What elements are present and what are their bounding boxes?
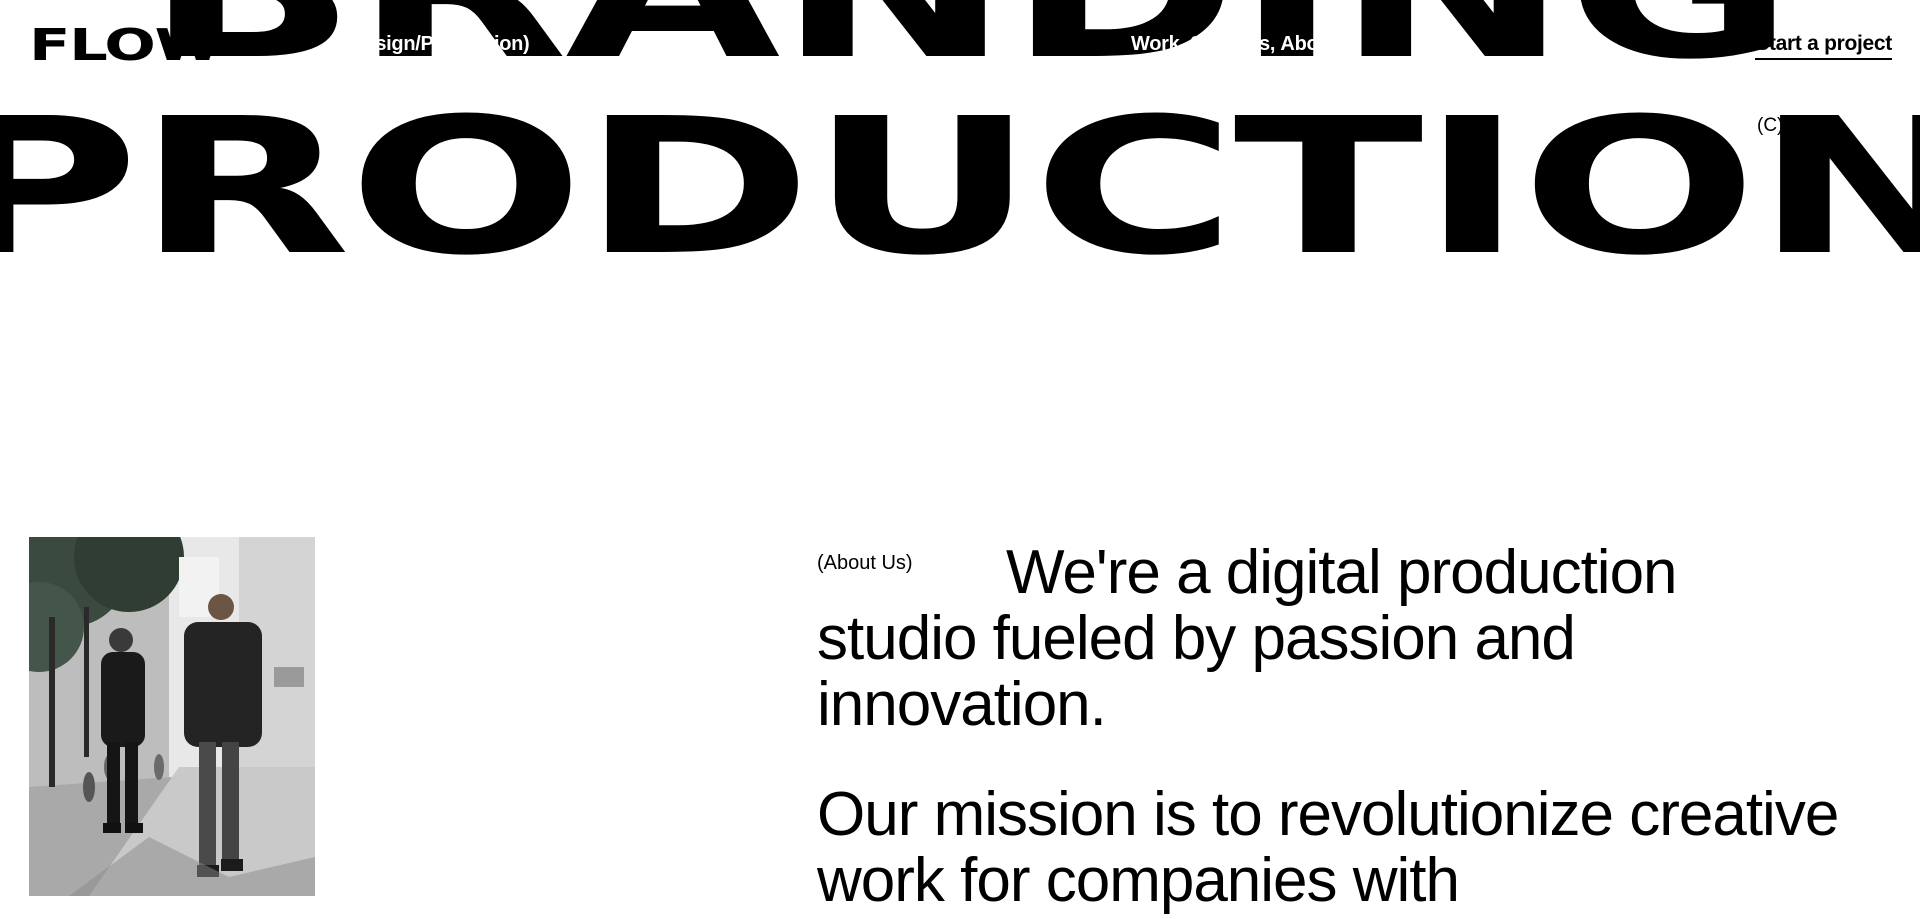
about-text: We're a digital production studio fueled… <box>817 540 1847 919</box>
site-header: FLOW (Design/Production) Work, Services,… <box>0 0 1920 90</box>
logo[interactable]: FLOW <box>29 24 221 68</box>
nav-item-about[interactable]: About <box>1280 33 1337 56</box>
main-nav: Work, Services, About <box>1131 33 1337 56</box>
about-photo <box>29 537 315 896</box>
page: BRANDING PRODUCTION (C) FLOW (Design/Pro… <box>0 0 1920 919</box>
hero-copyright-mark: (C) <box>1757 115 1784 136</box>
nav-item-services[interactable]: Services, <box>1190 33 1280 56</box>
hero-title-production: PRODUCTION <box>0 78 1920 297</box>
about-paragraph-1: We're a digital production studio fueled… <box>817 538 1678 739</box>
nav-item-work[interactable]: Work, <box>1131 33 1190 56</box>
about-paragraph-2: Our mission is to revolutionize creative… <box>817 780 1839 915</box>
start-project-link[interactable]: Start a project <box>1755 32 1892 60</box>
street-photo-image <box>29 537 315 896</box>
tagline: (Design/Production) <box>344 33 530 55</box>
